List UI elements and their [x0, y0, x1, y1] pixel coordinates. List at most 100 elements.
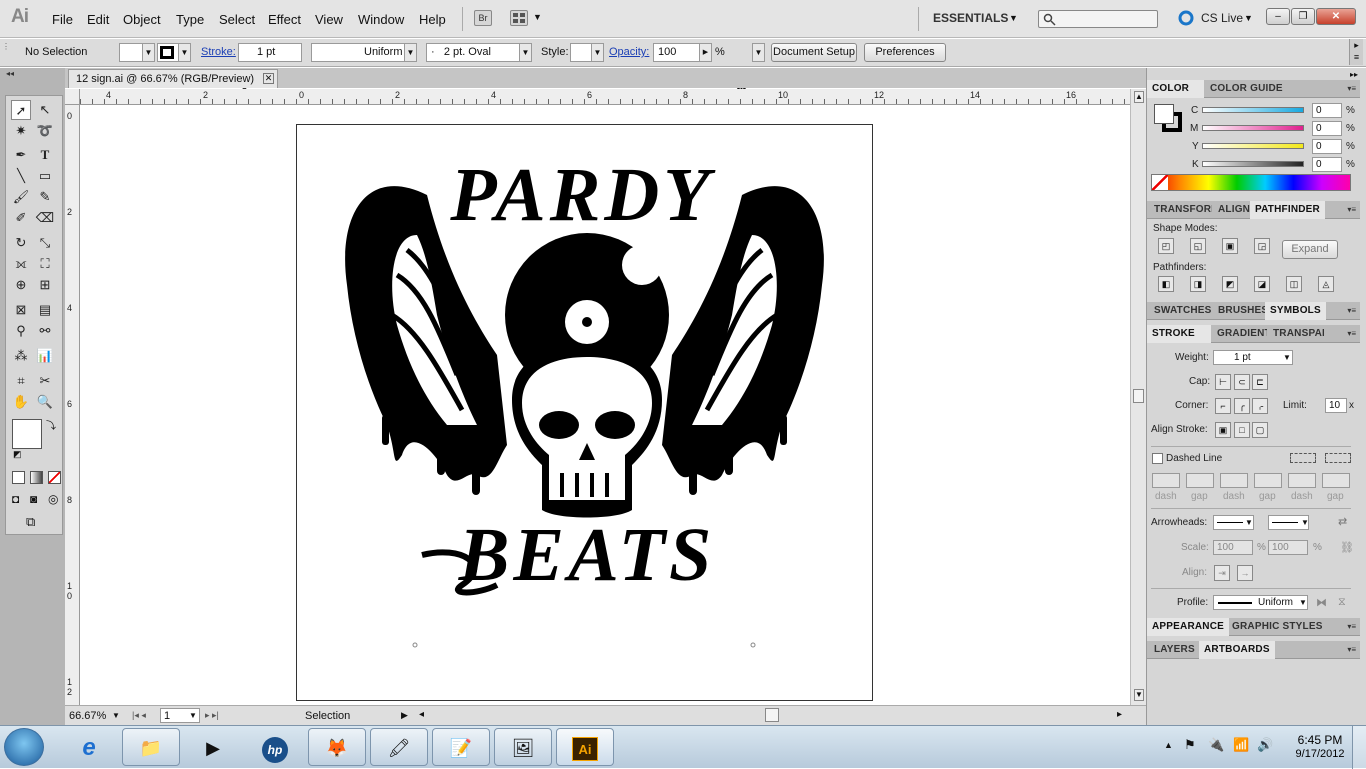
- channel-m-field[interactable]: 0: [1312, 121, 1342, 136]
- panel-menu-icon[interactable]: ▾≡: [1347, 329, 1356, 338]
- photo-viewer-icon[interactable]: 🖼: [494, 728, 552, 766]
- color-spectrum[interactable]: [1151, 174, 1351, 191]
- illustrator-taskbar-button[interactable]: Ai: [556, 728, 614, 766]
- crop-icon[interactable]: ◪: [1254, 276, 1270, 292]
- minus-front-icon[interactable]: ◱: [1190, 238, 1206, 254]
- weight-field[interactable]: 1 pt: [1213, 350, 1293, 365]
- line-tool-icon[interactable]: ╲: [11, 166, 31, 186]
- align-inside-icon[interactable]: □: [1234, 422, 1250, 438]
- dash-preserve-icon[interactable]: [1290, 453, 1316, 463]
- tab-transparency[interactable]: TRANSPARENCY: [1268, 325, 1324, 343]
- tab-color[interactable]: COLOR: [1147, 80, 1204, 98]
- minimize-button[interactable]: –: [1266, 8, 1290, 25]
- channel-c-field[interactable]: 0: [1312, 103, 1342, 118]
- width-tool-icon[interactable]: ⟗: [11, 254, 31, 274]
- divide-icon[interactable]: ◧: [1158, 276, 1174, 292]
- hand-tool-icon[interactable]: ✋: [11, 392, 31, 412]
- tab-align[interactable]: ALIGN: [1213, 201, 1255, 219]
- merge-icon[interactable]: ◩: [1222, 276, 1238, 292]
- menu-select[interactable]: Select: [219, 12, 255, 27]
- menu-window[interactable]: Window: [358, 12, 404, 27]
- eraser-tool-icon[interactable]: ⌫: [35, 208, 55, 228]
- menu-effect[interactable]: Effect: [268, 12, 301, 27]
- slice-tool-icon[interactable]: ✂: [35, 371, 55, 391]
- panel-menu-icon[interactable]: ▾≡: [1347, 622, 1356, 631]
- start-button[interactable]: [4, 728, 44, 766]
- power-icon[interactable]: 🔌: [1208, 737, 1224, 753]
- menu-file[interactable]: File: [52, 12, 73, 27]
- channel-y-field[interactable]: 0: [1312, 139, 1342, 154]
- draw-inside-icon[interactable]: ◎: [48, 492, 58, 506]
- swap-arrowheads-icon[interactable]: ⇄: [1338, 515, 1347, 528]
- chevron-down-icon[interactable]: ▼: [112, 711, 120, 720]
- menu-view[interactable]: View: [315, 12, 343, 27]
- ruler-origin[interactable]: [65, 89, 80, 105]
- panel-menu-icon[interactable]: ▾≡: [1347, 84, 1356, 93]
- chevron-down-icon[interactable]: ▼: [1301, 518, 1309, 527]
- fill-dropdown[interactable]: ▼: [142, 43, 155, 62]
- menu-help[interactable]: Help: [419, 12, 446, 27]
- tab-color-guide[interactable]: COLOR GUIDE: [1205, 80, 1288, 98]
- chevron-down-icon[interactable]: ▼: [1299, 598, 1307, 607]
- workspace-switcher[interactable]: ESSENTIALS: [933, 11, 1008, 25]
- perspective-grid-tool-icon[interactable]: ⊞: [35, 275, 55, 295]
- stroke-weight-field[interactable]: 1 pt: [238, 43, 302, 62]
- blend-tool-icon[interactable]: ⚯: [35, 321, 55, 341]
- scroll-left-icon[interactable]: ◂: [419, 709, 424, 720]
- zoom-tool-icon[interactable]: 🔍: [35, 392, 55, 412]
- direct-selection-tool-icon[interactable]: ↖: [35, 100, 55, 120]
- control-bar-menu-icon[interactable]: ▸ ≡: [1349, 39, 1363, 65]
- link-scale-icon[interactable]: ⛓: [1340, 541, 1354, 554]
- last-artboard-icon[interactable]: ▸ ▸|: [205, 710, 219, 721]
- vertical-ruler[interactable]: 0 2 4 6 8 1 0 1 2: [65, 105, 80, 705]
- close-icon[interactable]: ✕: [263, 73, 274, 84]
- swap-colors-icon[interactable]: ⤵: [46, 417, 56, 432]
- blob-brush-tool-icon[interactable]: ✐: [11, 208, 31, 228]
- stroke-swatch[interactable]: [157, 43, 179, 62]
- paint-icon[interactable]: 🖍: [370, 728, 428, 766]
- chevron-down-icon[interactable]: ▼: [533, 12, 542, 22]
- round-join-icon[interactable]: ╭: [1234, 398, 1250, 414]
- intersect-icon[interactable]: ▣: [1222, 238, 1238, 254]
- gap-field[interactable]: [1254, 473, 1282, 488]
- gradient-mode-icon[interactable]: [30, 471, 43, 484]
- opacity-label[interactable]: Opacity:: [609, 46, 649, 58]
- hp-icon[interactable]: hp: [246, 728, 304, 766]
- channel-m-slider[interactable]: [1202, 125, 1304, 131]
- artboard-tool-icon[interactable]: ⌗: [11, 371, 31, 391]
- expand-panels-icon[interactable]: ▸▸: [1350, 70, 1358, 79]
- network-icon[interactable]: 📶: [1233, 737, 1249, 753]
- show-hidden-icons[interactable]: ▲: [1164, 740, 1173, 750]
- limit-field[interactable]: 10: [1325, 398, 1347, 413]
- cs-live-menu[interactable]: CS Live: [1201, 11, 1243, 25]
- lasso-tool-icon[interactable]: ➰: [35, 121, 55, 141]
- brush-dropdown[interactable]: ▼: [519, 43, 532, 62]
- tab-gradient[interactable]: GRADIENT: [1212, 325, 1267, 343]
- channel-c-slider[interactable]: [1202, 107, 1304, 113]
- align-center-icon[interactable]: ▣: [1215, 422, 1231, 438]
- first-artboard-icon[interactable]: |◂ ◂: [132, 710, 146, 721]
- variable-width-profile[interactable]: Uniform: [311, 43, 405, 62]
- panel-menu-icon[interactable]: ▾≡: [1347, 306, 1356, 315]
- column-graph-tool-icon[interactable]: 📊: [35, 346, 55, 366]
- opacity-slider-button[interactable]: ▶: [699, 43, 712, 62]
- tab-swatches[interactable]: SWATCHES: [1149, 302, 1217, 320]
- notepad-icon[interactable]: 📝: [432, 728, 490, 766]
- chevron-down-icon[interactable]: ▼: [1283, 353, 1291, 362]
- screen-mode-icon[interactable]: ⧉: [26, 514, 35, 530]
- rotate-tool-icon[interactable]: ↻: [11, 233, 31, 253]
- tab-appearance[interactable]: APPEARANCE: [1147, 618, 1230, 636]
- flip-across-icon[interactable]: ⧖: [1338, 596, 1346, 609]
- media-player-icon[interactable]: ▶: [184, 728, 242, 766]
- start-scale-field[interactable]: 100: [1213, 540, 1253, 555]
- tab-artboards[interactable]: ARTBOARDS: [1199, 641, 1275, 659]
- end-scale-field[interactable]: 100: [1268, 540, 1308, 555]
- bevel-join-icon[interactable]: ⌌: [1252, 398, 1268, 414]
- scroll-right-icon[interactable]: ▸: [1117, 709, 1122, 720]
- none-mode-icon[interactable]: [48, 471, 61, 484]
- document-setup-button[interactable]: Document Setup: [771, 43, 857, 62]
- selection-tool-icon[interactable]: ➚: [11, 100, 31, 120]
- none-color-icon[interactable]: [1152, 175, 1168, 190]
- scroll-down-icon[interactable]: ▼: [1134, 689, 1144, 701]
- channel-k-field[interactable]: 0: [1312, 157, 1342, 172]
